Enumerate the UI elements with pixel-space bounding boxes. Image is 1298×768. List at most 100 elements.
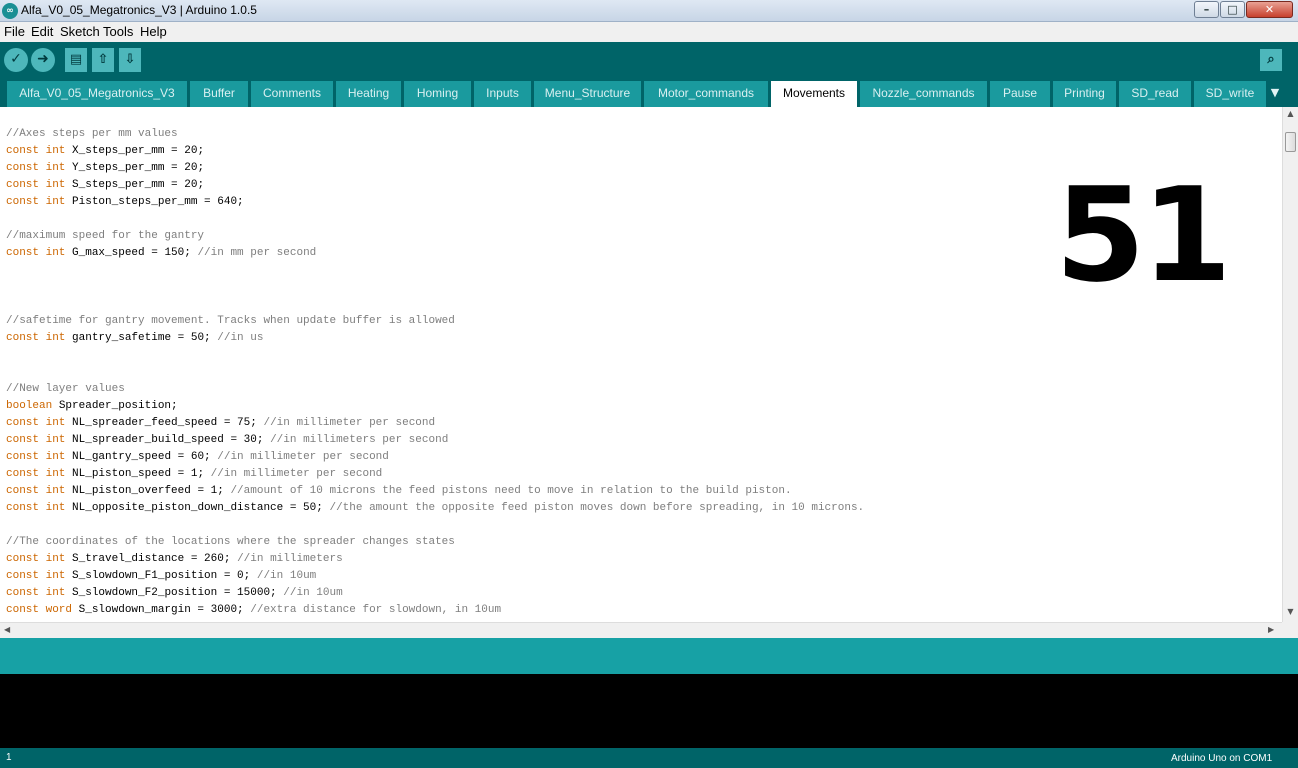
scrollbar-corner	[1282, 622, 1298, 638]
tab-movements[interactable]: Movements	[771, 81, 857, 107]
scroll-left-icon[interactable]: ◀	[4, 625, 10, 634]
code-keyword: const word	[6, 604, 73, 616]
tab-sd-write[interactable]: SD_write	[1194, 81, 1266, 107]
code-line: //maximum speed for the gantry	[6, 228, 864, 245]
code-comment: //in millimeter per second	[263, 417, 436, 429]
code-line: const int gantry_safetime = 50; //in us	[6, 330, 864, 347]
code-keyword: const int	[6, 502, 66, 514]
serial-monitor-button[interactable]: ⌕	[1260, 49, 1282, 71]
code-line: const int S_travel_distance = 260; //in …	[6, 551, 864, 568]
tab-sd-read[interactable]: SD_read	[1119, 81, 1191, 107]
code-comment: //extra distance for slowdown, in 10um	[250, 604, 502, 616]
code-keyword: const int	[6, 247, 66, 259]
code-text-segment: S_travel_distance = 260;	[65, 553, 238, 565]
tab-comments[interactable]: Comments	[251, 81, 333, 107]
code-line: const int NL_spreader_feed_speed = 75; /…	[6, 415, 864, 432]
new-button[interactable]: ▤	[65, 48, 87, 72]
code-text-segment: NL_piston_speed = 1;	[65, 468, 211, 480]
code-comment: //in 10um	[283, 587, 343, 599]
horizontal-scrollbar[interactable]: ◀ ▶	[0, 622, 1282, 638]
menu-tools[interactable]: Tools	[103, 24, 133, 39]
tab-buffer[interactable]: Buffer	[190, 81, 248, 107]
code-line: //Axes steps per mm values	[6, 126, 864, 143]
verify-button[interactable]: ✓	[4, 48, 28, 72]
tab-menu-structure[interactable]: Menu_Structure	[534, 81, 641, 107]
tab-menu-dropdown[interactable]: ▼	[1266, 83, 1284, 103]
scroll-up-icon[interactable]: ▲	[1283, 109, 1298, 121]
code-line: const int Y_steps_per_mm = 20;	[6, 160, 864, 177]
upload-button[interactable]: ➜	[31, 48, 55, 72]
open-button[interactable]: ⇧	[92, 48, 114, 72]
code-keyword: const int	[6, 451, 66, 463]
code-text-segment: S_slowdown_F2_position = 15000;	[65, 587, 284, 599]
vertical-scroll-thumb[interactable]	[1285, 132, 1296, 152]
tab-nozzle-commands[interactable]: Nozzle_commands	[860, 81, 987, 107]
tab-motor-commands[interactable]: Motor_commands	[644, 81, 768, 107]
code-line: boolean Spreader_position;	[6, 398, 864, 415]
tab-heating[interactable]: Heating	[336, 81, 401, 107]
code-keyword: const int	[6, 468, 66, 480]
code-line: const word S_slowdown_margin = 3000; //e…	[6, 602, 864, 619]
maximize-button[interactable]: □	[1220, 1, 1245, 18]
code-line: const int S_steps_per_mm = 20;	[6, 177, 864, 194]
code-comment: //the amount the opposite feed piston mo…	[329, 502, 865, 514]
tab-homing[interactable]: Homing	[404, 81, 471, 107]
code-text-segment: S_steps_per_mm = 20;	[65, 179, 205, 191]
tab-pause[interactable]: Pause	[990, 81, 1050, 107]
code-text-segment: S_slowdown_F1_position = 0;	[65, 570, 257, 582]
code-comment: //in millimeter per second	[210, 468, 383, 480]
code-text-segment: Spreader_position;	[52, 400, 178, 412]
code-keyword: const int	[6, 553, 66, 565]
tab-alfa-main[interactable]: Alfa_V0_05_Megatronics_V3	[7, 81, 187, 107]
code-comment: //in millimeter per second	[217, 451, 389, 463]
window-title: Alfa_V0_05_Megatronics_V3 | Arduino 1.0.…	[21, 3, 257, 17]
arrow-right-icon: ➜	[37, 51, 49, 67]
arduino-logo-icon: ∞	[2, 3, 18, 19]
menu-file[interactable]: File	[4, 24, 25, 39]
menu-sketch[interactable]: Sketch	[60, 24, 100, 39]
code-text-segment: Y_steps_per_mm = 20;	[65, 162, 205, 174]
menu-edit[interactable]: Edit	[31, 24, 53, 39]
code-comment: //in mm per second	[197, 247, 317, 259]
code-comment: //Axes steps per mm values	[6, 128, 178, 140]
code-line: const int G_max_speed = 150; //in mm per…	[6, 245, 864, 262]
tab-inputs[interactable]: Inputs	[474, 81, 531, 107]
code-text-segment: NL_spreader_feed_speed = 75;	[65, 417, 264, 429]
code-keyword: const int	[6, 332, 66, 344]
vertical-scrollbar[interactable]: ▲ ▼	[1282, 107, 1298, 622]
code-comment: //New layer values	[6, 383, 125, 395]
save-button[interactable]: ⇩	[119, 48, 141, 72]
overlay-number: 51	[1055, 159, 1232, 311]
new-document-icon: ▤	[69, 52, 83, 67]
code-text-segment: NL_opposite_piston_down_distance = 50;	[65, 502, 330, 514]
save-down-arrow-icon: ⇩	[124, 52, 136, 67]
code-line: const int S_slowdown_F2_position = 15000…	[6, 585, 864, 602]
code-text-segment: Piston_steps_per_mm = 640;	[65, 196, 244, 208]
code-line: //New layer values	[6, 381, 864, 398]
minimize-button[interactable]: –	[1194, 1, 1219, 18]
code-line: const int Piston_steps_per_mm = 640;	[6, 194, 864, 211]
console-output[interactable]	[0, 674, 1298, 748]
close-button[interactable]: ✕	[1246, 1, 1293, 18]
code-keyword: const int	[6, 485, 66, 497]
tab-printing[interactable]: Printing	[1053, 81, 1116, 107]
code-comment: //safetime for gantry movement. Tracks w…	[6, 315, 455, 327]
code-line: //The coordinates of the locations where…	[6, 534, 864, 551]
tab-bar: Alfa_V0_05_Megatronics_V3 Buffer Comment…	[0, 78, 1298, 107]
code-line: const int S_slowdown_F1_position = 0; //…	[6, 568, 864, 585]
triangle-down-icon: ▼	[1270, 86, 1280, 99]
menu-help[interactable]: Help	[140, 24, 167, 39]
code-line: const int X_steps_per_mm = 20;	[6, 143, 864, 160]
code-text-segment: X_steps_per_mm = 20;	[65, 145, 205, 157]
scroll-right-icon[interactable]: ▶	[1268, 625, 1274, 634]
scroll-down-icon[interactable]: ▼	[1283, 607, 1298, 619]
code-keyword: const int	[6, 570, 66, 582]
code-editor[interactable]: //Axes steps per mm values const int X_st…	[0, 107, 1282, 622]
menu-bar: File Edit Sketch Tools Help	[0, 22, 1298, 42]
board-port-label: Arduino Uno on COM1	[1171, 753, 1273, 764]
code-comment: //The coordinates of the locations where…	[6, 536, 455, 548]
